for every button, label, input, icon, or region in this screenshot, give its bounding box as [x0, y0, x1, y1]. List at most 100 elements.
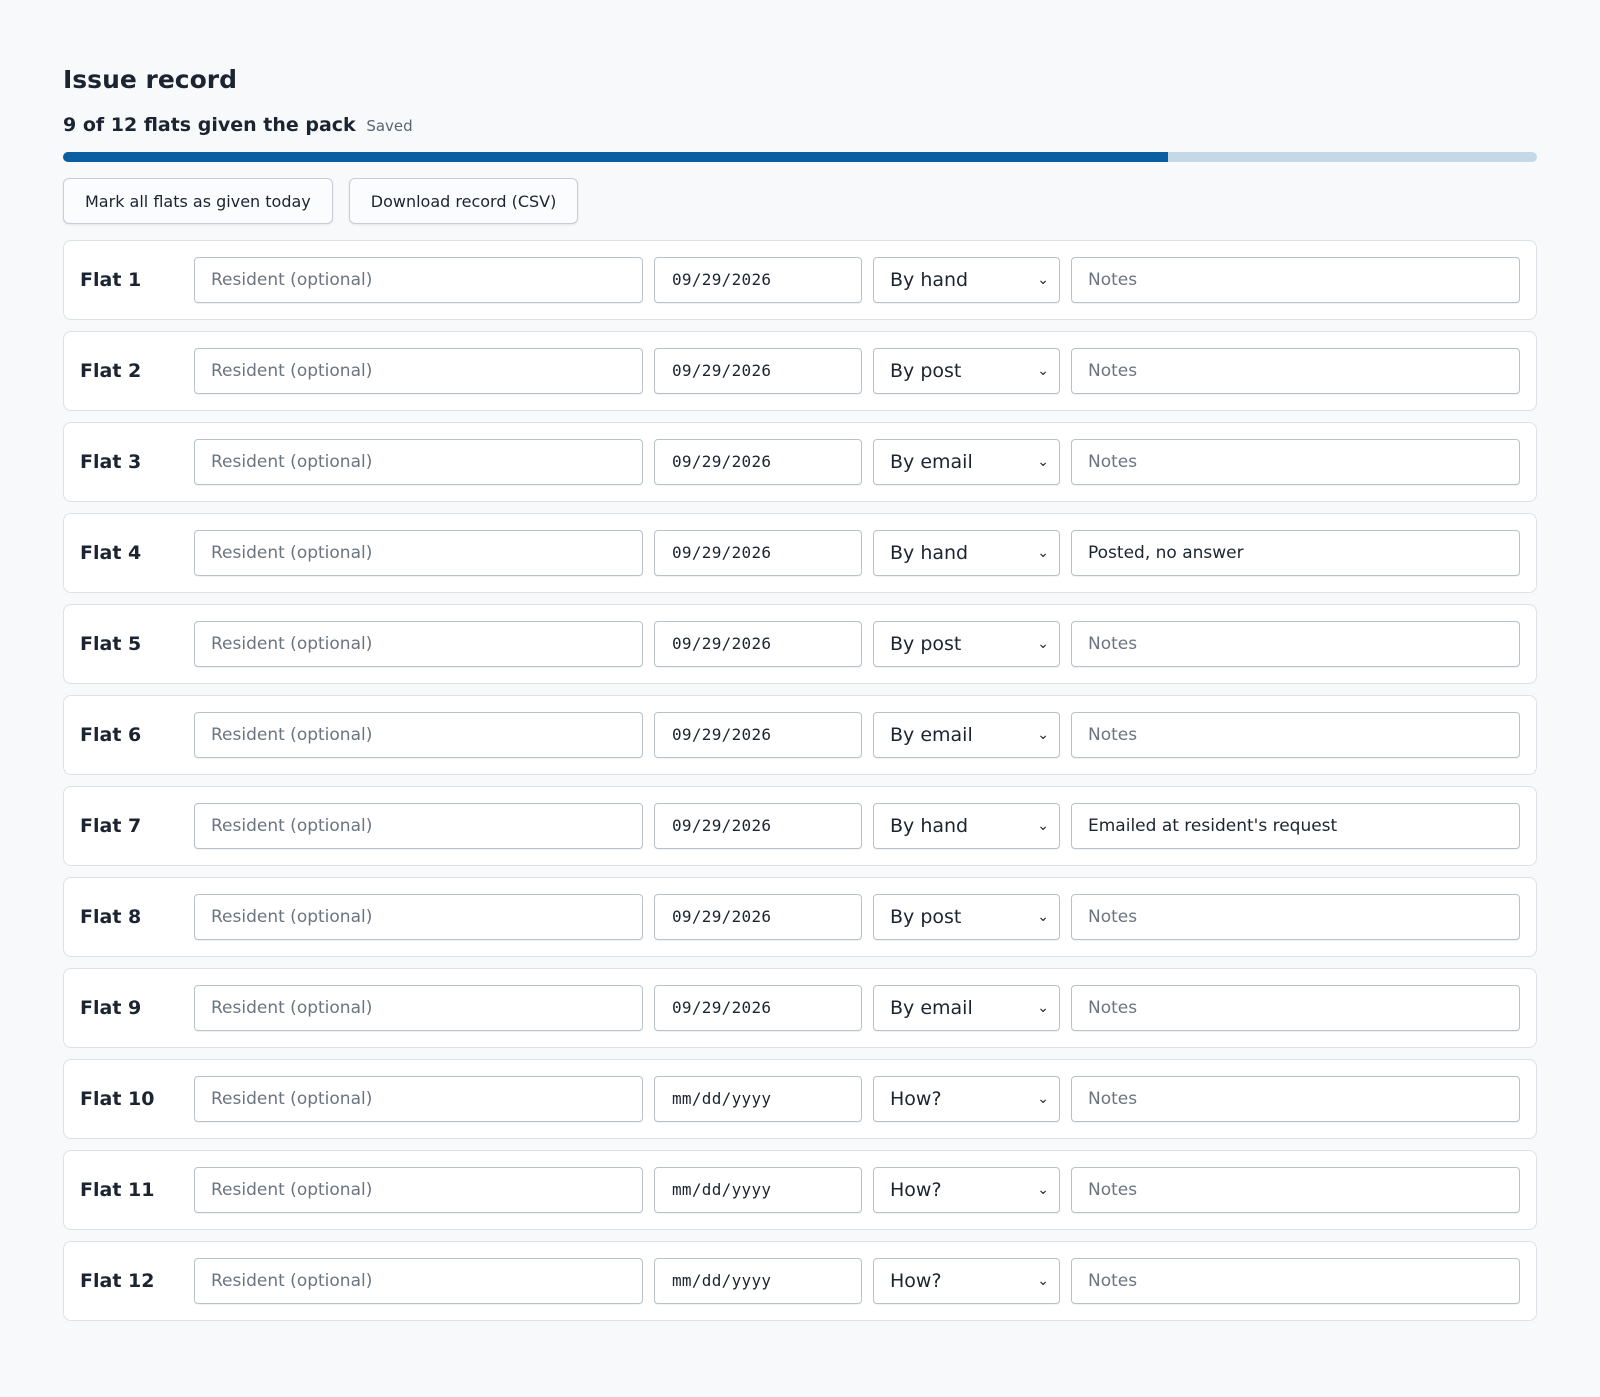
- date-input[interactable]: 09/29/2026: [654, 894, 862, 940]
- flat-label: Flat 5: [80, 633, 142, 655]
- notes-input[interactable]: [1071, 985, 1520, 1031]
- date-input[interactable]: 09/29/2026: [654, 985, 862, 1031]
- date-input[interactable]: 09/29/2026: [654, 712, 862, 758]
- notes-input[interactable]: [1071, 1076, 1520, 1122]
- method-select-value: How?: [890, 1088, 942, 1110]
- method-select[interactable]: By email ⌄: [873, 712, 1060, 758]
- chevron-down-icon: ⌄: [1037, 1182, 1049, 1198]
- method-select[interactable]: By email ⌄: [873, 439, 1060, 485]
- summary-text: 9 of 12 flats given the pack: [63, 114, 356, 136]
- resident-input[interactable]: [194, 1258, 643, 1304]
- method-select[interactable]: By hand ⌄: [873, 257, 1060, 303]
- flat-list: Flat 1 09/29/2026 By hand ⌄ Flat 2 09/29/2026…: [63, 240, 1537, 1321]
- notes-input[interactable]: [1071, 257, 1520, 303]
- mark-all-given-button[interactable]: Mark all flats as given today: [63, 178, 333, 224]
- method-select-value: By post: [890, 633, 962, 655]
- method-select[interactable]: How? ⌄: [873, 1167, 1060, 1213]
- date-input[interactable]: mm/dd/yyyy: [654, 1258, 862, 1304]
- method-select-value: By hand: [890, 269, 969, 291]
- date-input[interactable]: 09/29/2026: [654, 257, 862, 303]
- download-csv-button[interactable]: Download record (CSV): [348, 178, 579, 224]
- method-select-value: By email: [890, 997, 973, 1019]
- flat-row: Flat 7 09/29/2026 By hand ⌄: [63, 786, 1537, 866]
- notes-input[interactable]: [1071, 1167, 1520, 1213]
- flat-label: Flat 7: [80, 815, 142, 837]
- resident-input[interactable]: [194, 803, 643, 849]
- method-select[interactable]: By post ⌄: [873, 621, 1060, 667]
- flat-row: Flat 1 09/29/2026 By hand ⌄: [63, 240, 1537, 320]
- resident-input[interactable]: [194, 1167, 643, 1213]
- method-select[interactable]: How? ⌄: [873, 1258, 1060, 1304]
- method-select-value: By email: [890, 451, 973, 473]
- resident-input[interactable]: [194, 348, 643, 394]
- notes-input[interactable]: [1071, 894, 1520, 940]
- method-select-value: By hand: [890, 815, 969, 837]
- action-bar: Mark all flats as given today Download r…: [63, 178, 1537, 224]
- resident-input[interactable]: [194, 1076, 643, 1122]
- date-input[interactable]: 09/29/2026: [654, 803, 862, 849]
- date-input[interactable]: 09/29/2026: [654, 530, 862, 576]
- method-select-value: By post: [890, 360, 962, 382]
- progress-bar: [63, 152, 1537, 162]
- method-select-value: By email: [890, 724, 973, 746]
- method-select[interactable]: How? ⌄: [873, 1076, 1060, 1122]
- date-input[interactable]: 09/29/2026: [654, 621, 862, 667]
- notes-input[interactable]: [1071, 621, 1520, 667]
- notes-input[interactable]: [1071, 348, 1520, 394]
- date-input[interactable]: mm/dd/yyyy: [654, 1167, 862, 1213]
- date-input[interactable]: 09/29/2026: [654, 348, 862, 394]
- notes-input[interactable]: [1071, 803, 1520, 849]
- flat-row: Flat 10 mm/dd/yyyy How? ⌄: [63, 1059, 1537, 1139]
- notes-input[interactable]: [1071, 530, 1520, 576]
- method-select[interactable]: By hand ⌄: [873, 803, 1060, 849]
- flat-label: Flat 3: [80, 451, 142, 473]
- flat-row: Flat 3 09/29/2026 By email ⌄: [63, 422, 1537, 502]
- resident-input[interactable]: [194, 985, 643, 1031]
- chevron-down-icon: ⌄: [1037, 818, 1049, 834]
- issue-record-page: Issue record 9 of 12 flats given the pac…: [63, 62, 1537, 1332]
- resident-input[interactable]: [194, 530, 643, 576]
- resident-input[interactable]: [194, 894, 643, 940]
- chevron-down-icon: ⌄: [1037, 545, 1049, 561]
- flat-label: Flat 2: [80, 360, 142, 382]
- notes-input[interactable]: [1071, 712, 1520, 758]
- chevron-down-icon: ⌄: [1037, 636, 1049, 652]
- method-select[interactable]: By post ⌄: [873, 894, 1060, 940]
- flat-row: Flat 6 09/29/2026 By email ⌄: [63, 695, 1537, 775]
- method-select-value: How?: [890, 1179, 942, 1201]
- flat-row: Flat 8 09/29/2026 By post ⌄: [63, 877, 1537, 957]
- flat-label: Flat 1: [80, 269, 142, 291]
- flat-label: Flat 12: [80, 1270, 155, 1292]
- chevron-down-icon: ⌄: [1037, 454, 1049, 470]
- method-select[interactable]: By email ⌄: [873, 985, 1060, 1031]
- flat-label: Flat 11: [80, 1179, 155, 1201]
- flat-row: Flat 2 09/29/2026 By post ⌄: [63, 331, 1537, 411]
- notes-input[interactable]: [1071, 1258, 1520, 1304]
- saved-status: Saved: [366, 117, 413, 135]
- flat-row: Flat 12 mm/dd/yyyy How? ⌄: [63, 1241, 1537, 1321]
- resident-input[interactable]: [194, 621, 643, 667]
- method-select[interactable]: By hand ⌄: [873, 530, 1060, 576]
- flat-label: Flat 8: [80, 906, 142, 928]
- method-select-value: How?: [890, 1270, 942, 1292]
- resident-input[interactable]: [194, 257, 643, 303]
- chevron-down-icon: ⌄: [1037, 1091, 1049, 1107]
- flat-row: Flat 11 mm/dd/yyyy How? ⌄: [63, 1150, 1537, 1230]
- flat-row: Flat 5 09/29/2026 By post ⌄: [63, 604, 1537, 684]
- page-title: Issue record: [63, 65, 238, 94]
- date-input[interactable]: mm/dd/yyyy: [654, 1076, 862, 1122]
- method-select-value: By hand: [890, 542, 969, 564]
- flat-label: Flat 10: [80, 1088, 155, 1110]
- flat-label: Flat 9: [80, 997, 142, 1019]
- flat-row: Flat 9 09/29/2026 By email ⌄: [63, 968, 1537, 1048]
- progress-bar-fill: [63, 152, 1169, 162]
- flat-row: Flat 4 09/29/2026 By hand ⌄: [63, 513, 1537, 593]
- notes-input[interactable]: [1071, 439, 1520, 485]
- chevron-down-icon: ⌄: [1037, 363, 1049, 379]
- date-input[interactable]: 09/29/2026: [654, 439, 862, 485]
- method-select[interactable]: By post ⌄: [873, 348, 1060, 394]
- resident-input[interactable]: [194, 712, 643, 758]
- chevron-down-icon: ⌄: [1037, 1000, 1049, 1016]
- resident-input[interactable]: [194, 439, 643, 485]
- chevron-down-icon: ⌄: [1037, 727, 1049, 743]
